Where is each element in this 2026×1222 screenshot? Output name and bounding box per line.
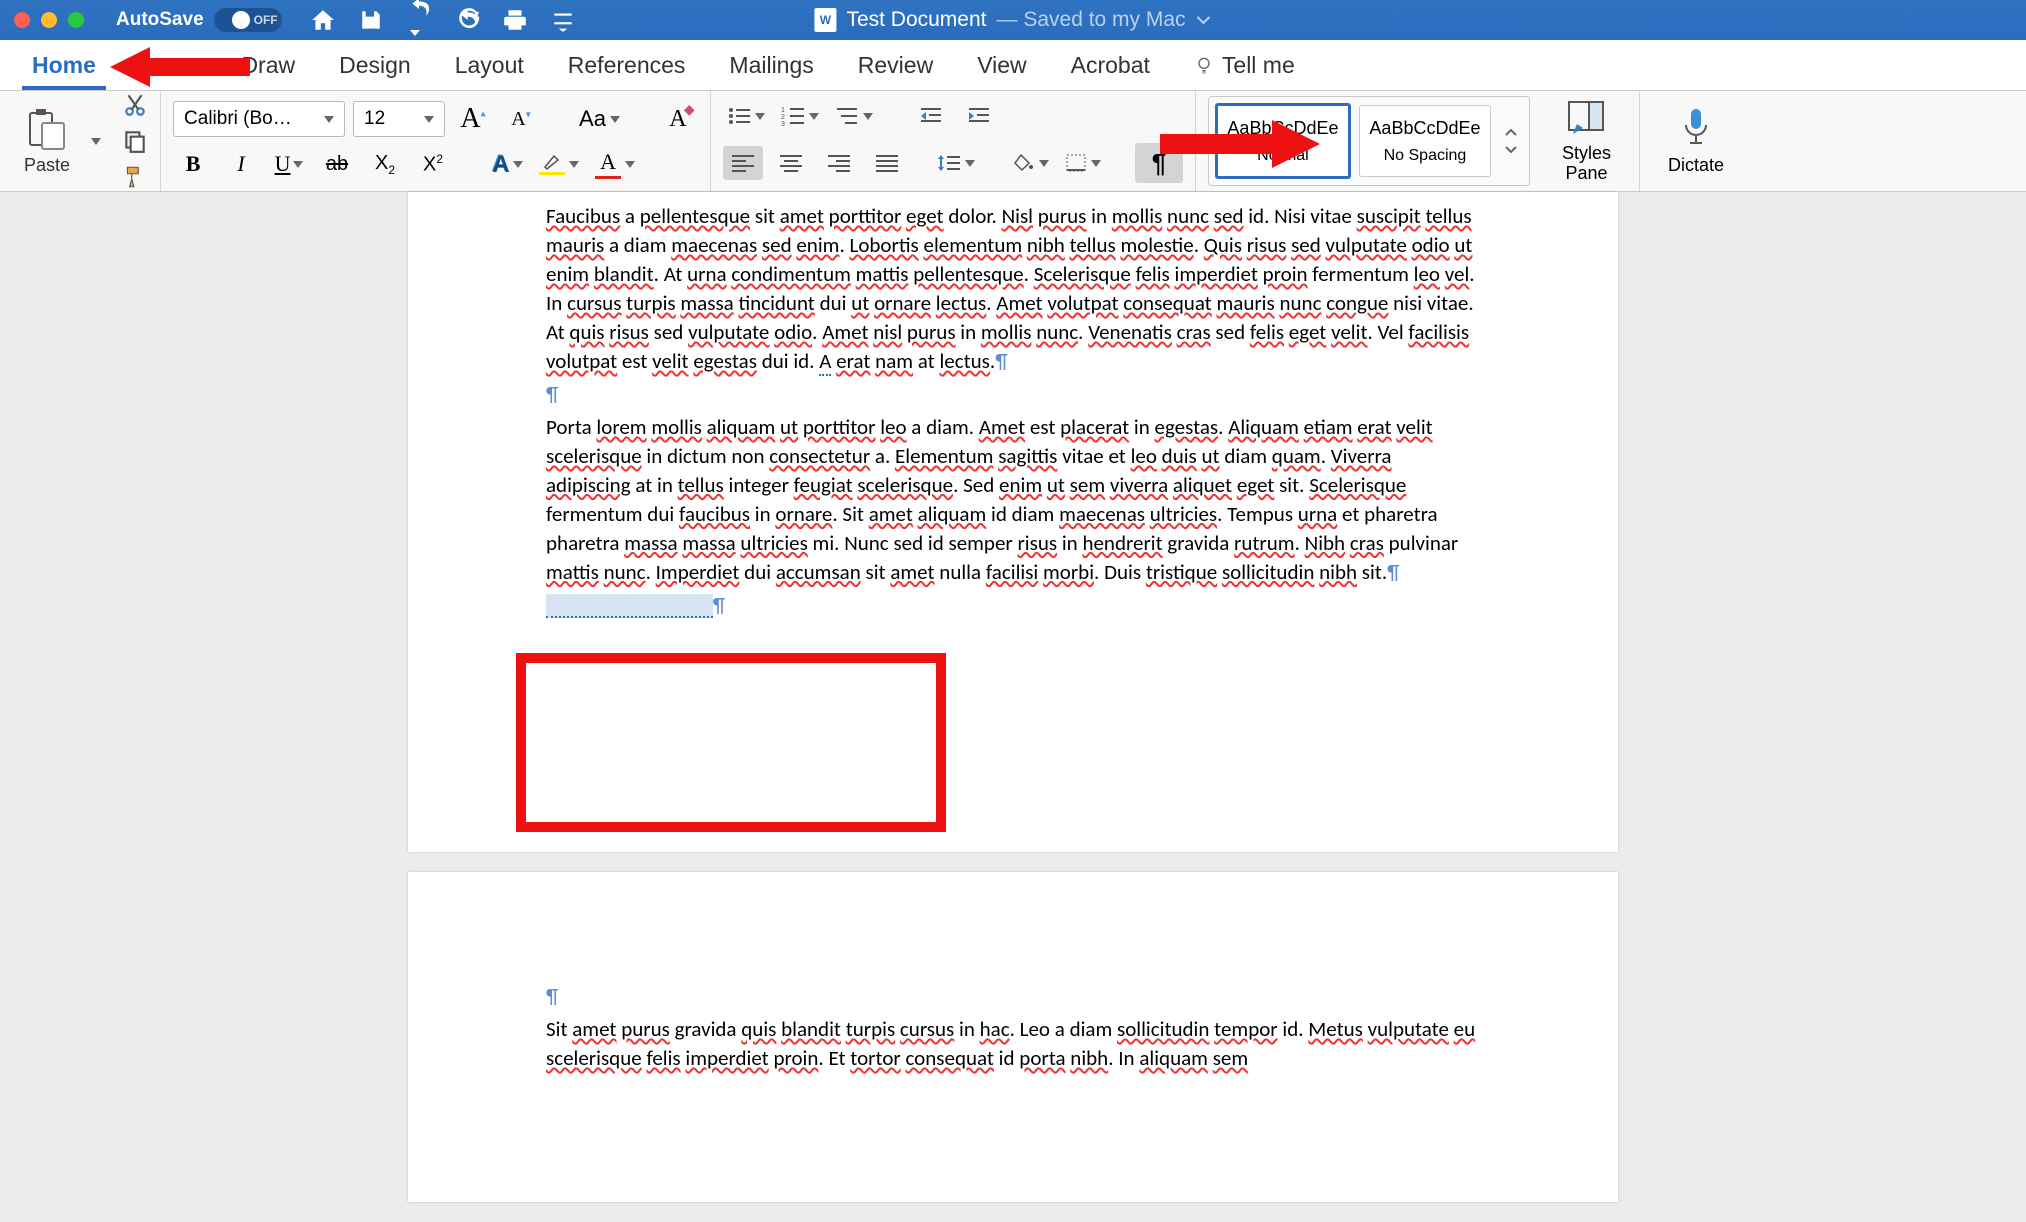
autosave-state: OFF: [254, 13, 278, 27]
word-doc-icon: W: [814, 8, 836, 32]
tab-mailings[interactable]: Mailings: [707, 40, 835, 90]
cut-icon[interactable]: [122, 92, 148, 118]
autosave-label: AutoSave: [116, 9, 204, 31]
ribbon-tabs: Home Insert Draw Design Layout Reference…: [0, 40, 2026, 91]
group-clipboard: Paste: [12, 91, 161, 191]
page-1-body[interactable]: Faucibus a pellentesque sit amet porttit…: [408, 192, 1618, 664]
document-status: — Saved to my Mac: [997, 8, 1186, 32]
numbering-button[interactable]: 123: [777, 99, 823, 133]
undo-icon[interactable]: [406, 0, 432, 45]
underline-button[interactable]: U: [269, 147, 309, 181]
close-window[interactable]: [14, 12, 30, 28]
group-font: Calibri (Bo… 12 A▴ A▾ Aa A◆ B I U ab X2 …: [161, 91, 711, 191]
page-1: Faucibus a pellentesque sit amet porttit…: [408, 192, 1618, 852]
tab-home[interactable]: Home: [10, 40, 118, 90]
paragraph-1[interactable]: Faucibus a pellentesque sit amet porttit…: [546, 202, 1480, 376]
tab-view[interactable]: View: [955, 40, 1048, 90]
styles-pane-icon: [1565, 98, 1607, 138]
shading-button[interactable]: [1009, 146, 1053, 180]
change-case-button[interactable]: Aa: [575, 102, 624, 136]
shrink-font-button[interactable]: A▾: [501, 102, 541, 136]
document-title-area[interactable]: W Test Document — Saved to my Mac: [814, 8, 1211, 32]
style-no-spacing[interactable]: AaBbCcDdEe No Spacing: [1359, 105, 1491, 177]
highlight-button[interactable]: [535, 147, 583, 181]
tell-me[interactable]: Tell me: [1172, 40, 1317, 90]
font-size-selector[interactable]: 12: [353, 101, 445, 137]
tab-references[interactable]: References: [546, 40, 708, 90]
group-dictate: Dictate: [1640, 91, 1752, 191]
group-paragraph: 123 ¶: [711, 91, 1196, 191]
strikethrough-button[interactable]: ab: [317, 147, 357, 181]
empty-paragraph-2[interactable]: ¶: [546, 982, 1480, 1011]
copy-icon[interactable]: [122, 128, 148, 154]
bullets-button[interactable]: [723, 99, 769, 133]
save-icon[interactable]: [358, 7, 384, 33]
multilevel-list-button[interactable]: [831, 99, 877, 133]
align-right-button[interactable]: [819, 146, 859, 180]
tab-review[interactable]: Review: [836, 40, 955, 90]
doc-dropdown-icon[interactable]: [1196, 15, 1212, 25]
svg-text:3: 3: [781, 121, 785, 126]
font-name-selector[interactable]: Calibri (Bo…: [173, 101, 345, 137]
paste-label: Paste: [24, 155, 70, 176]
borders-button[interactable]: [1061, 146, 1105, 180]
document-canvas[interactable]: Faucibus a pellentesque sit amet porttit…: [0, 192, 2026, 1222]
document-title: Test Document: [846, 8, 986, 32]
italic-button[interactable]: I: [221, 147, 261, 181]
align-center-button[interactable]: [771, 146, 811, 180]
page-2-body[interactable]: ¶ Sit amet purus gravida quis blandit tu…: [408, 872, 1618, 1117]
decrease-indent-button[interactable]: [911, 99, 951, 133]
page-break-indicator[interactable]: [546, 594, 713, 618]
styles-gallery-more[interactable]: [1499, 128, 1523, 154]
paragraph-3[interactable]: Sit amet purus gravida quis blandit turp…: [546, 1015, 1480, 1073]
zoom-window[interactable]: [68, 12, 84, 28]
ribbon-toolbar: Paste Calibri (Bo… 12 A▴ A▾ Aa A◆ B I U …: [0, 91, 2026, 192]
text-effects-button[interactable]: A: [487, 147, 527, 181]
page-2: ¶ Sit amet purus gravida quis blandit tu…: [408, 872, 1618, 1202]
customize-qat-icon[interactable]: [550, 7, 576, 33]
switch-knob: [232, 11, 250, 29]
tab-design[interactable]: Design: [317, 40, 433, 90]
increase-indent-button[interactable]: [959, 99, 999, 133]
format-painter-icon[interactable]: [122, 164, 148, 190]
titlebar: AutoSave OFF W Test Document — Saved to …: [0, 0, 2026, 40]
microphone-icon: [1680, 107, 1712, 149]
line-spacing-button[interactable]: [933, 146, 979, 180]
window-controls: [14, 12, 84, 28]
font-color-button[interactable]: A: [591, 147, 639, 181]
quick-access-toolbar: [310, 0, 576, 45]
tab-layout[interactable]: Layout: [433, 40, 546, 90]
superscript-button[interactable]: X2: [413, 147, 453, 181]
autosave-toggle[interactable]: AutoSave OFF: [116, 8, 282, 32]
bold-button[interactable]: B: [173, 147, 213, 181]
annotation-arrow-pilcrow: [1160, 116, 1320, 172]
print-icon[interactable]: [502, 7, 528, 33]
paste-button[interactable]: Paste: [24, 107, 70, 176]
dictate-button[interactable]: Dictate: [1652, 107, 1740, 176]
empty-paragraph[interactable]: ¶: [546, 380, 1480, 409]
svg-text:2: 2: [781, 114, 785, 121]
redo-icon[interactable]: [454, 7, 480, 33]
justify-button[interactable]: [867, 146, 907, 180]
tab-acrobat[interactable]: Acrobat: [1049, 40, 1172, 90]
page-break-paragraph[interactable]: ¶: [546, 591, 1480, 620]
clear-formatting-button[interactable]: A◆: [658, 102, 698, 136]
grow-font-button[interactable]: A▴: [453, 102, 493, 136]
paragraph-2[interactable]: Porta lorem mollis aliquam ut porttitor …: [546, 413, 1480, 587]
annotation-box-pagebreak: [516, 653, 946, 832]
subscript-button[interactable]: X2: [365, 147, 405, 181]
autosave-switch[interactable]: OFF: [214, 8, 282, 32]
home-icon[interactable]: [310, 7, 336, 33]
styles-pane-button[interactable]: Styles Pane: [1546, 98, 1627, 184]
minimize-window[interactable]: [41, 12, 57, 28]
paste-icon: [28, 107, 66, 151]
lightbulb-icon: [1194, 55, 1214, 75]
align-left-button[interactable]: [723, 146, 763, 180]
svg-text:1: 1: [781, 107, 785, 114]
annotation-arrow-home: [110, 42, 250, 92]
paste-more[interactable]: [76, 124, 116, 158]
